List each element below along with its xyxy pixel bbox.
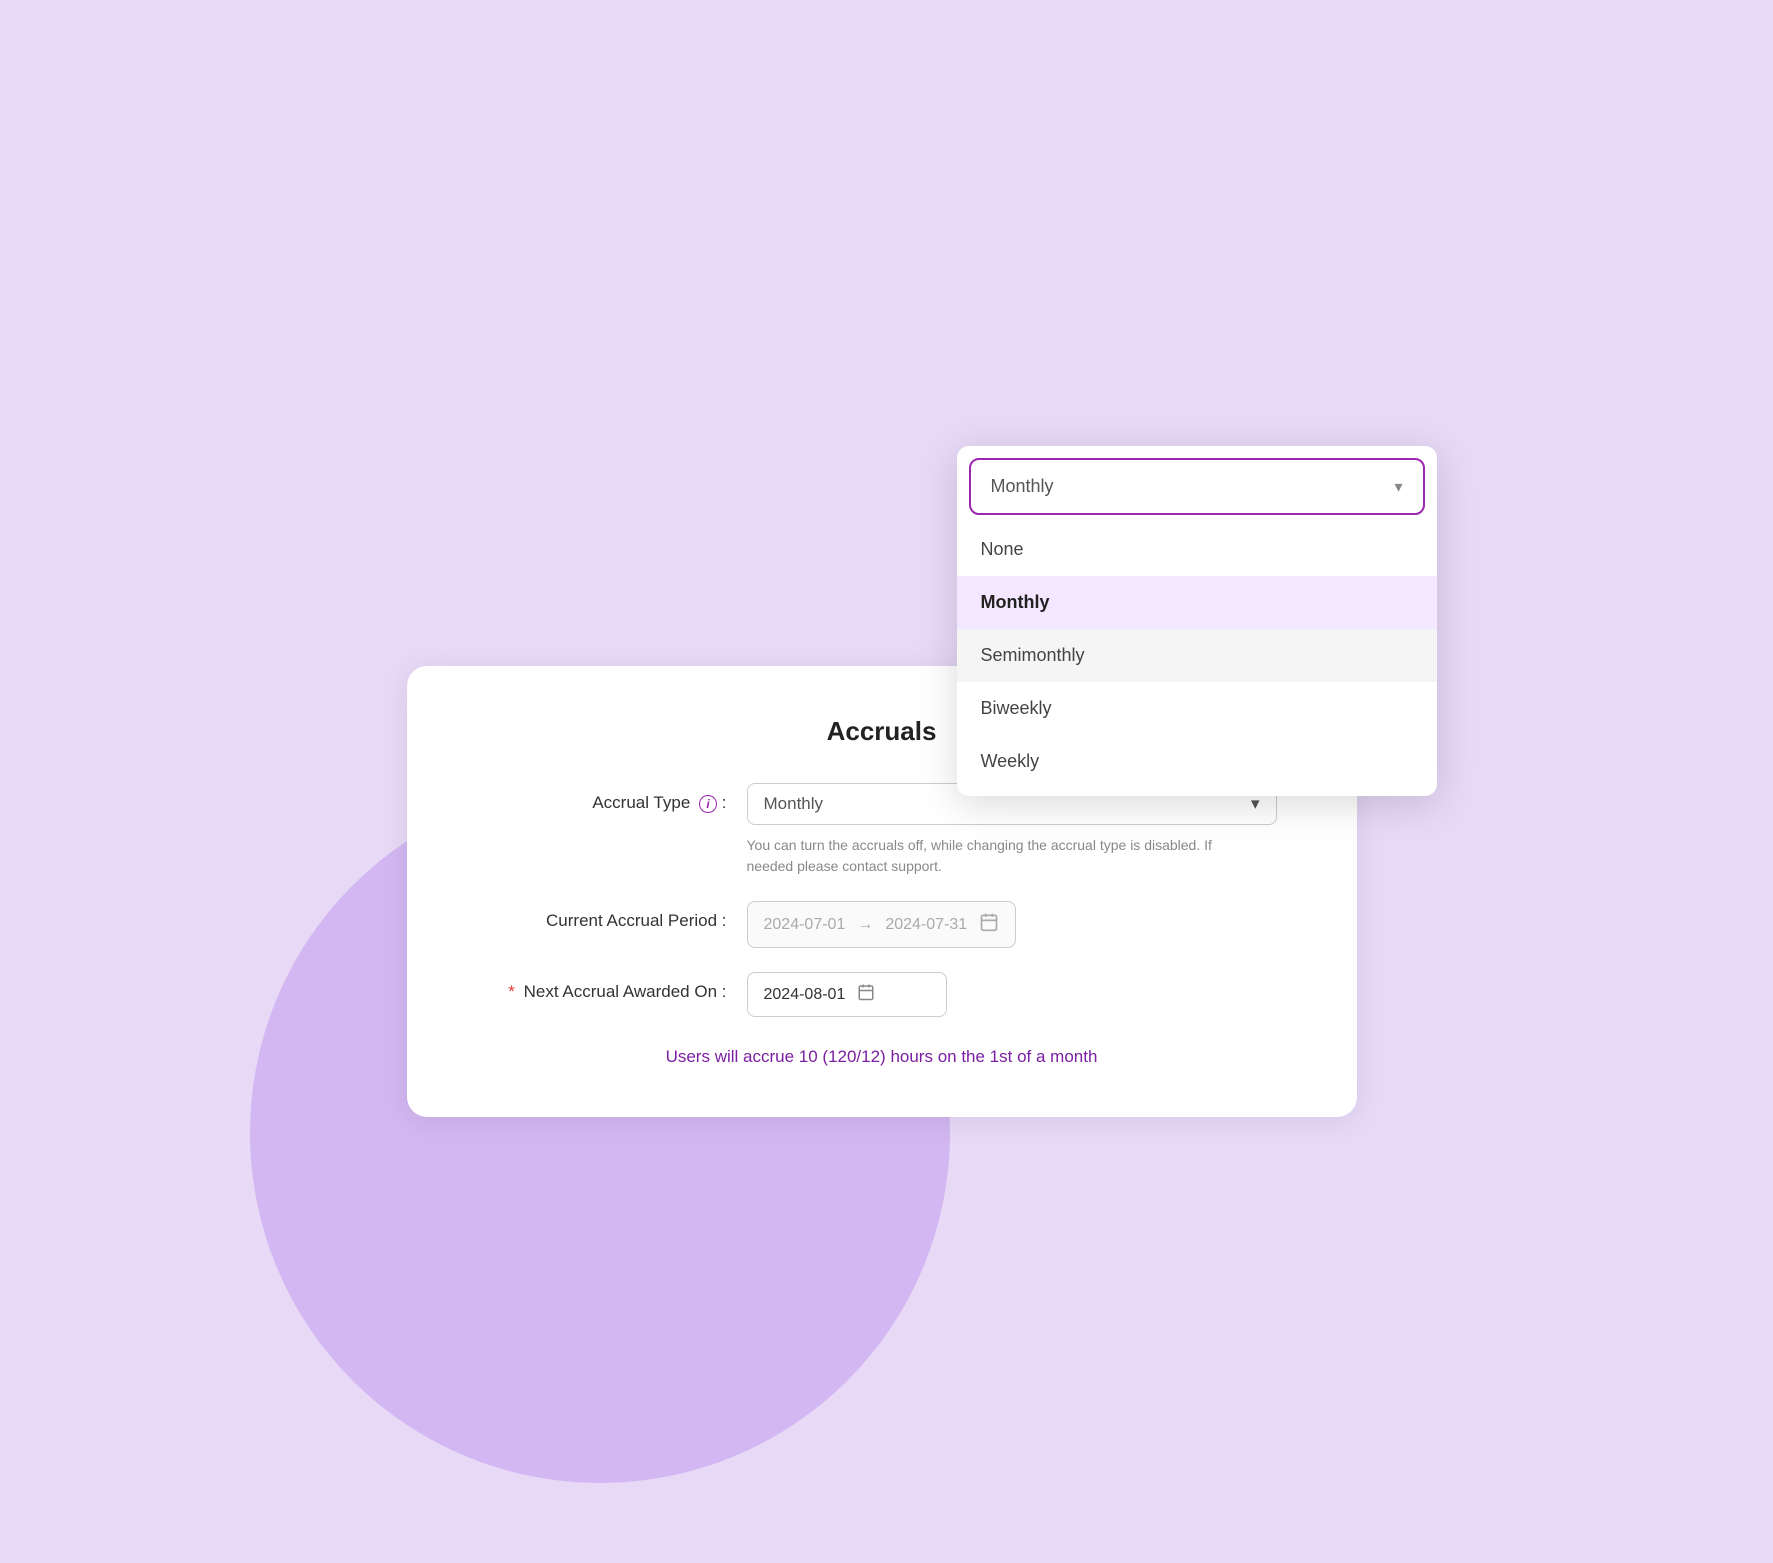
current-period-row: Current Accrual Period : 2024-07-01 → 20…	[487, 901, 1277, 948]
dropdown-trigger-text: Monthly	[991, 476, 1054, 497]
main-content: Monthly ▾ None Monthly Semimonthly Biwee…	[337, 446, 1437, 1117]
dropdown-option-weekly[interactable]: Weekly	[957, 735, 1437, 788]
next-accrual-date-input[interactable]: 2024-08-01	[747, 972, 947, 1017]
next-accrual-row: * Next Accrual Awarded On : 2024-08-01	[487, 972, 1277, 1017]
period-start-date: 2024-07-01	[764, 916, 846, 934]
accrual-type-value: Monthly	[764, 794, 824, 814]
dropdown-option-monthly[interactable]: Monthly	[957, 576, 1437, 629]
dropdown-option-biweekly[interactable]: Biweekly	[957, 682, 1437, 735]
dropdown-trigger[interactable]: Monthly ▾	[969, 458, 1425, 515]
next-accrual-label: * Next Accrual Awarded On :	[487, 972, 747, 1002]
current-period-label: Current Accrual Period :	[487, 901, 747, 931]
accrual-summary: Users will accrue 10 (120/12) hours on t…	[487, 1047, 1277, 1067]
chevron-down-icon: ▾	[1394, 477, 1402, 497]
dropdown-list: None Monthly Semimonthly Biweekly Weekly	[957, 515, 1437, 796]
accrual-hint-text: You can turn the accruals off, while cha…	[747, 835, 1247, 877]
next-accrual-date: 2024-08-01	[764, 986, 846, 1004]
info-icon: i	[699, 795, 717, 813]
accrual-type-chevron: ▾	[1251, 794, 1260, 814]
next-accrual-calendar-icon	[857, 983, 875, 1006]
required-star: *	[508, 982, 515, 1001]
accrual-type-select-wrapper: Monthly ▾ You can turn the accruals off,…	[747, 783, 1277, 877]
dropdown-option-none[interactable]: None	[957, 523, 1437, 576]
calendar-icon	[979, 912, 999, 937]
period-arrow: →	[857, 916, 873, 934]
accrual-type-row: Accrual Type i : Monthly ▾ You can turn …	[487, 783, 1277, 877]
accrual-type-label: Accrual Type i :	[487, 783, 747, 813]
period-end-date: 2024-07-31	[885, 916, 967, 934]
dropdown-option-semimonthly[interactable]: Semimonthly	[957, 629, 1437, 682]
date-range-input[interactable]: 2024-07-01 → 2024-07-31	[747, 901, 1017, 948]
dropdown-popup: Monthly ▾ None Monthly Semimonthly Biwee…	[957, 446, 1437, 796]
